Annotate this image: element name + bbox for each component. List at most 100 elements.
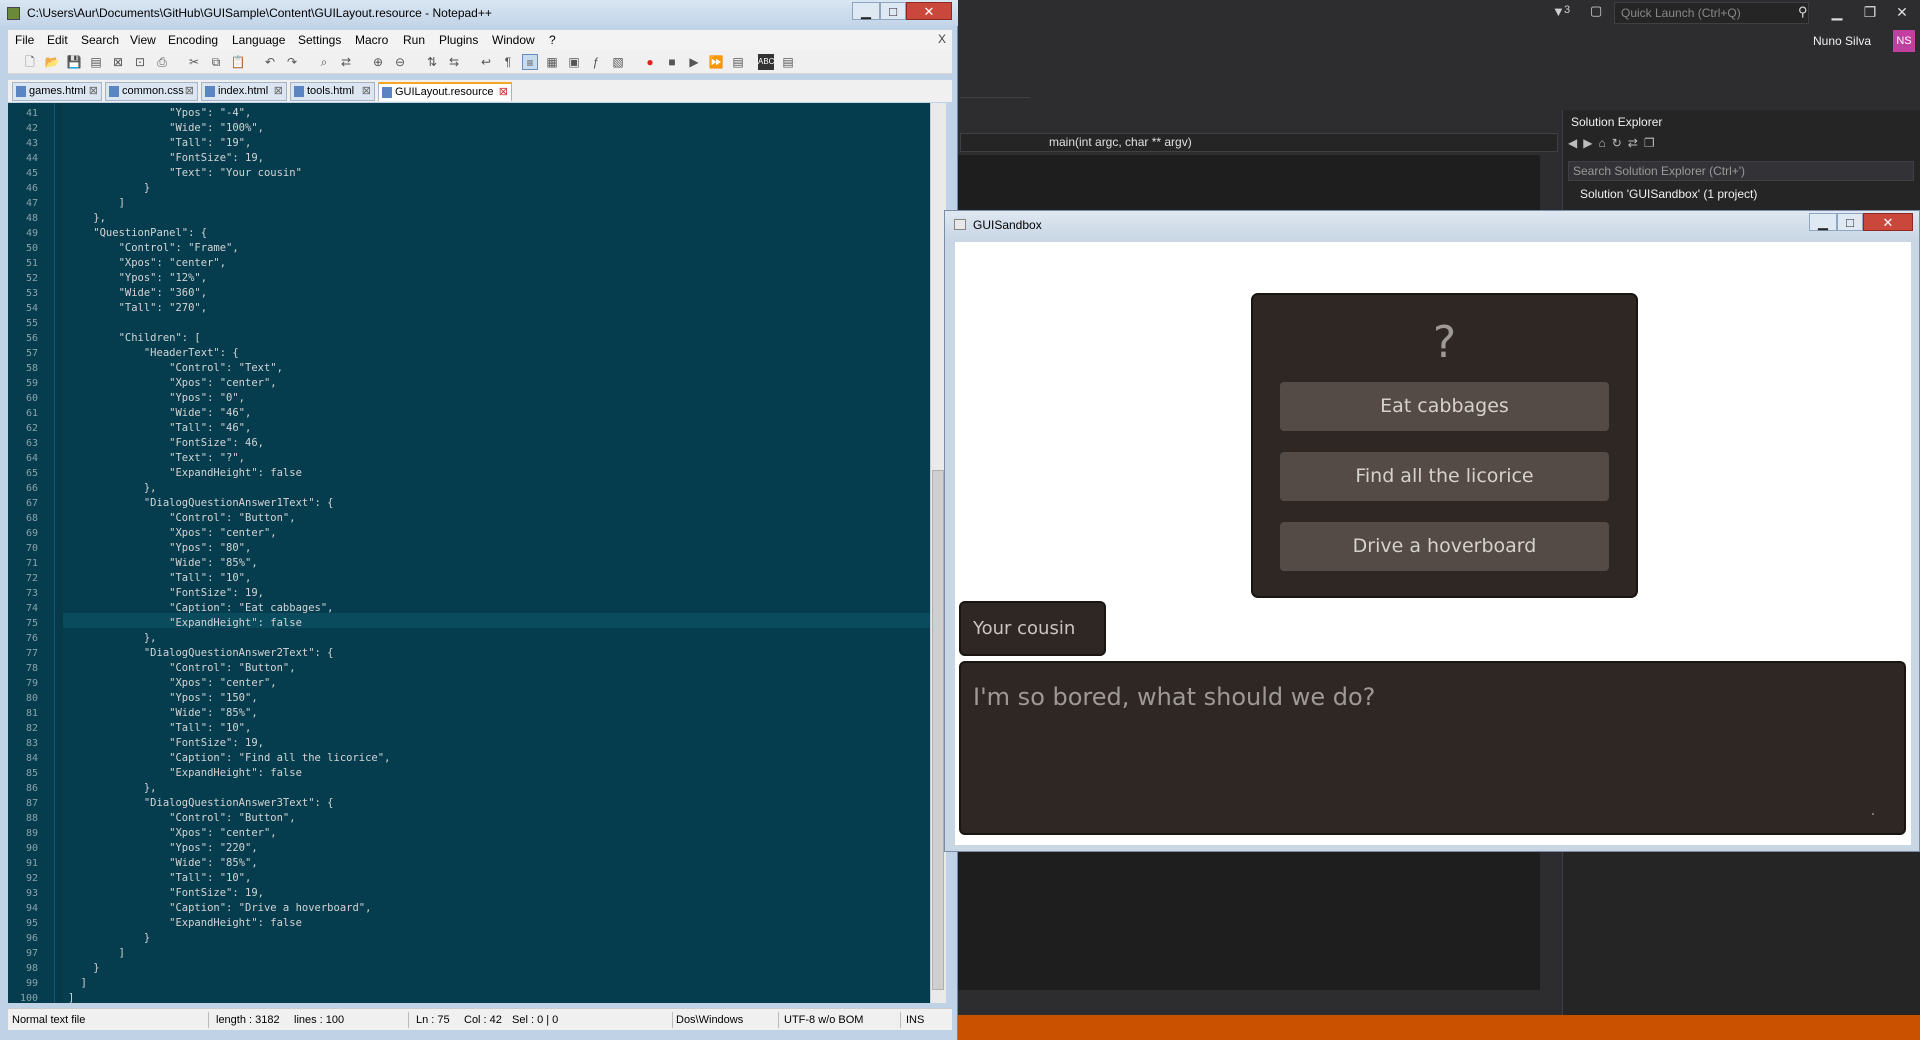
code-line[interactable]: "FontSize": 19, [68, 886, 264, 901]
code-line[interactable]: }, [68, 211, 106, 226]
doc-map-icon[interactable]: ▣ [566, 54, 582, 70]
code-line[interactable]: "Text": "Your cousin" [68, 166, 302, 181]
close-all-icon[interactable]: ⊡ [132, 54, 148, 70]
code-line[interactable]: "Wide": "85%", [68, 556, 258, 571]
code-line[interactable]: "Ypos": "12%", [68, 271, 208, 286]
code-line[interactable]: "Tall": "10", [68, 721, 251, 736]
undo-icon[interactable]: ↶ [262, 54, 278, 70]
run-macro-multiple-icon[interactable]: ⏩ [708, 54, 724, 70]
code-line[interactable]: "Wide": "100%", [68, 121, 264, 136]
quick-launch-input[interactable]: Quick Launch (Ctrl+Q) [1614, 2, 1809, 24]
code-line[interactable]: "Tall": "270", [68, 301, 208, 316]
spell-options-icon[interactable]: ▤ [780, 54, 796, 70]
code-line[interactable]: "Xpos": "center", [68, 526, 276, 541]
tab-tools-html[interactable]: tools.html ⊠ [290, 82, 375, 101]
minimize-icon[interactable]: ▁ [1825, 4, 1849, 21]
code-line[interactable]: }, [68, 781, 157, 796]
code-line[interactable]: "Control": "Frame", [68, 241, 239, 256]
sync-h-icon[interactable]: ⇆ [446, 54, 462, 70]
show-all-chars-icon[interactable]: ¶ [500, 54, 516, 70]
code-line[interactable]: "Ypos": "-4", [68, 106, 251, 121]
menu-macro[interactable]: Macro [355, 33, 388, 47]
code-line[interactable]: "Xpos": "center", [68, 376, 276, 391]
code-line[interactable]: ] [68, 946, 125, 961]
code-line[interactable]: ] [68, 196, 125, 211]
menu-view[interactable]: View [130, 33, 156, 47]
code-line[interactable]: "Ypos": "150", [68, 691, 258, 706]
save-macro-icon[interactable]: ▤ [730, 54, 746, 70]
menu-encoding[interactable]: Encoding [168, 33, 218, 47]
record-macro-icon[interactable]: ● [642, 54, 658, 70]
code-line[interactable]: "Control": "Button", [68, 811, 295, 826]
answer-eat-cabbages-button[interactable]: Eat cabbages [1280, 382, 1609, 431]
solution-explorer-toolbar[interactable]: ◀▶⌂↻⇄❐ [1568, 136, 1918, 158]
answer-find-licorice-button[interactable]: Find all the licorice [1280, 452, 1609, 501]
function-list-icon[interactable]: ƒ [588, 54, 604, 70]
code-line[interactable]: }, [68, 631, 157, 646]
npp-code-editor[interactable]: 41 42 43 44 45 46 47 48 49 50 51 52 53 54 55 56 57 58 59 60… [8, 103, 944, 1003]
filter-icon[interactable]: ▼ [1552, 4, 1565, 19]
gui-title-bar[interactable]: GUISandbox ▁ □ ✕ [945, 211, 1919, 237]
code-line[interactable]: "Caption": "Find all the licorice", [68, 751, 390, 766]
menu-search[interactable]: Search [81, 33, 119, 47]
zoom-in-icon[interactable]: ⊕ [370, 54, 386, 70]
code-line[interactable]: "Tall": "19", [68, 136, 251, 151]
code-line[interactable]: } [68, 961, 99, 976]
code-line[interactable]: "ExpandHeight": false [68, 916, 302, 931]
save-icon[interactable]: 💾 [66, 54, 82, 70]
code-line[interactable]: }, [68, 481, 157, 496]
code-line[interactable]: "Text": "?", [68, 451, 245, 466]
npp-title-bar[interactable]: C:\Users\Aur\Documents\GitHub\GUISample\… [0, 0, 958, 26]
menu-window[interactable]: Window [492, 33, 535, 47]
tab-close-icon[interactable]: ⊠ [274, 83, 283, 100]
code-line[interactable]: "Children": [ [68, 331, 201, 346]
print-icon[interactable]: ⎙ [154, 54, 170, 70]
code-line[interactable]: ] [68, 991, 74, 1003]
play-macro-icon[interactable]: ▶ [686, 54, 702, 70]
code-line[interactable]: "Xpos": "center", [68, 256, 226, 271]
code-line[interactable]: "Wide": "46", [68, 406, 251, 421]
answer-drive-hoverboard-button[interactable]: Drive a hoverboard [1280, 522, 1609, 571]
npp-maximize-button[interactable]: □ [880, 2, 906, 20]
tab-close-icon[interactable]: ⊠ [185, 83, 194, 100]
config-combo[interactable] [960, 80, 1030, 98]
code-line[interactable]: "Wide": "85%", [68, 706, 258, 721]
save-all-icon[interactable]: ▤ [88, 54, 104, 70]
code-line[interactable]: "ExpandHeight": false [68, 466, 302, 481]
menu-close-document[interactable]: X [938, 32, 946, 46]
open-file-icon[interactable]: 📂 [44, 54, 60, 70]
menu-plugins[interactable]: Plugins [439, 33, 478, 47]
npp-close-button[interactable]: ✕ [906, 2, 952, 20]
find-icon[interactable]: ⌕ [316, 54, 332, 70]
code-line[interactable]: "Ypos": "220", [68, 841, 258, 856]
replace-icon[interactable]: ⇄ [338, 54, 354, 70]
gui-minimize-button[interactable]: ▁ [1809, 213, 1837, 231]
code-line[interactable]: "QuestionPanel": { [68, 226, 207, 241]
lang-icon[interactable]: ▦ [544, 54, 560, 70]
code-line[interactable]: "DialogQuestionAnswer1Text": { [68, 496, 334, 511]
code-line[interactable]: "FontSize": 46, [68, 436, 264, 451]
code-line[interactable]: ] [68, 976, 87, 991]
close-icon[interactable]: ✕ [1890, 4, 1914, 21]
code-line[interactable]: "Control": "Button", [68, 661, 295, 676]
code-line[interactable]: } [68, 181, 150, 196]
redo-icon[interactable]: ↷ [284, 54, 300, 70]
zoom-out-icon[interactable]: ⊖ [392, 54, 408, 70]
solution-item[interactable]: Solution 'GUISandbox' (1 project) [1580, 187, 1757, 201]
code-line[interactable]: "DialogQuestionAnswer3Text": { [68, 796, 334, 811]
menu-language[interactable]: Language [232, 33, 285, 47]
menu-settings[interactable]: Settings [298, 33, 341, 47]
feedback-icon[interactable]: ▢ [1590, 3, 1602, 19]
code-line[interactable]: "Wide": "360", [68, 286, 208, 301]
avatar[interactable]: NS [1893, 30, 1915, 52]
gui-close-button[interactable]: ✕ [1863, 213, 1913, 231]
cut-icon[interactable]: ✂ [186, 54, 202, 70]
tab-games-html[interactable]: games.html ⊠ [12, 82, 102, 101]
tab-common-css[interactable]: common.css ⊠ [105, 82, 198, 101]
restore-icon[interactable]: ❐ [1858, 4, 1882, 21]
indent-guide-icon[interactable]: ≡ [522, 54, 538, 70]
code-line[interactable]: "HeaderText": { [68, 346, 239, 361]
copy-icon[interactable]: ⧉ [208, 54, 224, 70]
code-line[interactable]: "Tall": "46", [68, 421, 251, 436]
menu-run[interactable]: Run [403, 33, 425, 47]
